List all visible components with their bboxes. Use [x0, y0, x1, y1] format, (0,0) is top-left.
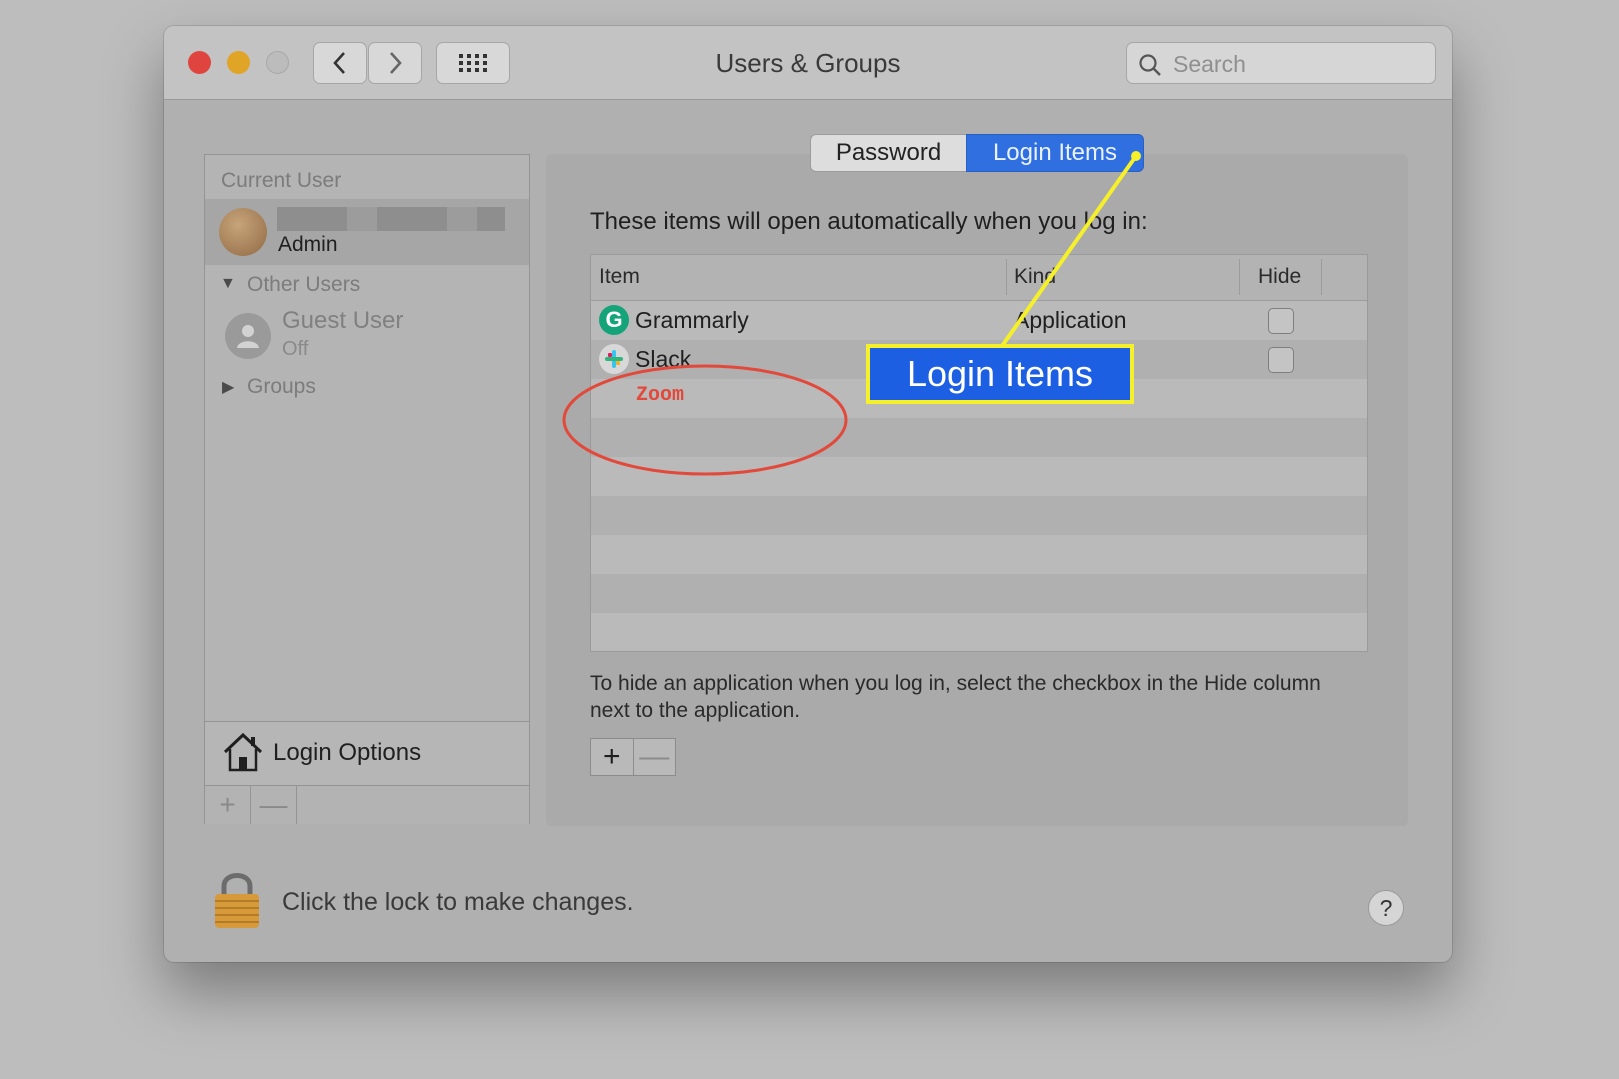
callout-pointer-dot: [1131, 151, 1141, 161]
login-items-callout: Login Items: [866, 344, 1134, 404]
callout-pointer-line: [1000, 154, 1138, 348]
annotation-overlay: [562, 151, 1141, 476]
zoom-annotation: Zoom: [636, 384, 685, 407]
highlight-ellipse: [562, 364, 848, 476]
